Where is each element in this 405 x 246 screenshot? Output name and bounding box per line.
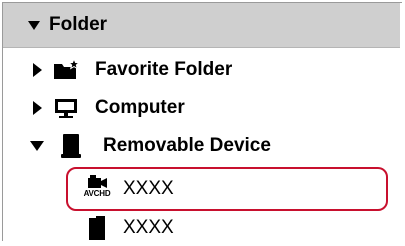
tree-item-removable-device[interactable]: Removable Device [3, 127, 400, 165]
removable-device-icon [56, 133, 86, 159]
avchd-camera-icon: AVCHD [79, 174, 115, 204]
tree-item-label: Favorite Folder [95, 59, 233, 80]
tree-item-computer[interactable]: Computer [3, 89, 400, 127]
sd-card-icon [85, 215, 109, 241]
folder-header-label: Folder [49, 14, 108, 35]
folder-section-header[interactable]: Folder [3, 3, 400, 48]
favorite-folder-icon [52, 57, 82, 82]
expand-arrow-icon[interactable] [33, 101, 42, 115]
avchd-icon-caption: AVCHD [83, 189, 111, 198]
tree-item-label: Removable Device [103, 135, 271, 156]
tree-item-avchd-device[interactable]: AVCHD XXXX [3, 169, 400, 209]
tree-item-label: XXXX [123, 178, 174, 199]
tree-item-favorite-folder[interactable]: Favorite Folder [3, 51, 400, 89]
collapse-arrow-icon[interactable] [30, 141, 44, 151]
tree-item-sd-card[interactable]: XXXX [3, 211, 400, 245]
folder-tree-panel: Folder Favorite Folder Computer Removabl… [2, 2, 402, 241]
tree-item-label: Computer [95, 97, 185, 118]
tree-item-label: XXXX [123, 217, 174, 238]
chevron-down-icon[interactable] [28, 20, 40, 30]
expand-arrow-icon[interactable] [33, 63, 42, 77]
computer-icon [52, 96, 82, 120]
